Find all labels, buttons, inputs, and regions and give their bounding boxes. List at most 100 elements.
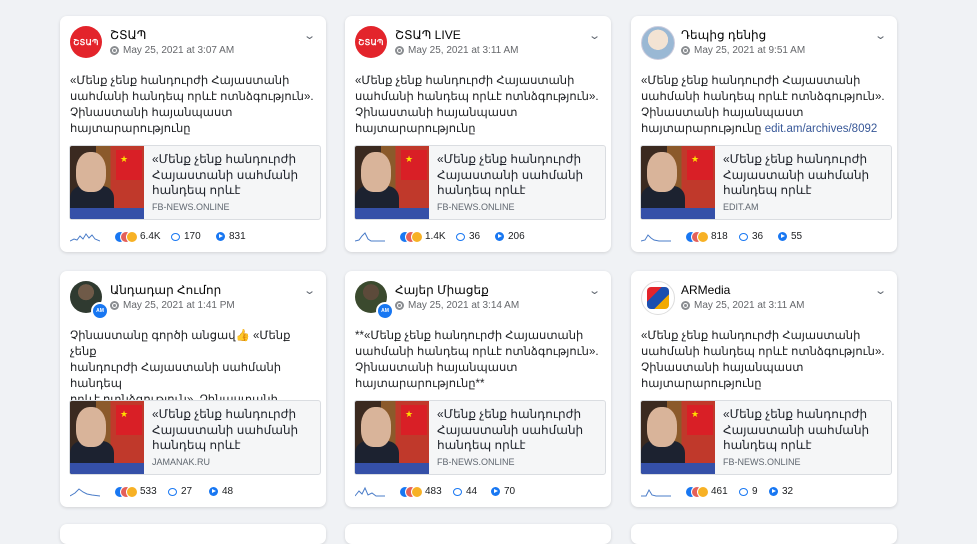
chevron-down-icon[interactable]: ⌄ [588, 284, 601, 297]
post-card[interactable]: ARMedia May 25, 2021 at 3:11 AM ⌄ «Մենք … [631, 271, 897, 507]
share-count[interactable]: 32 [769, 486, 793, 497]
post-card[interactable]: ՇՏԱՊ ՇՏԱՊ LIVE May 25, 2021 at 3:11 AM ⌄… [345, 16, 611, 252]
comment-count[interactable]: 36 [739, 231, 763, 242]
page-avatar[interactable]: ՇՏԱՊ [355, 26, 387, 58]
chevron-down-icon[interactable]: ⌄ [588, 29, 601, 42]
globe-icon [110, 46, 119, 55]
comment-count[interactable]: 170 [171, 231, 201, 242]
reaction-count[interactable]: 6.4K [140, 231, 161, 242]
post-card[interactable]: AM Անդադար Հումոր May 25, 2021 at 1:41 P… [60, 271, 326, 507]
post-time[interactable]: May 25, 2021 at 3:11 AM [694, 300, 804, 311]
post-text: «Մենք չենք հանդուրժի Հայաստանի սահմանի հ… [641, 328, 891, 392]
globe-icon [395, 46, 404, 55]
reactions-icon [685, 231, 709, 243]
share-count-value: 55 [791, 231, 803, 242]
post-card[interactable]: AM Հայեր Միացեք May 25, 2021 at 3:14 AM … [345, 271, 611, 507]
post-time[interactable]: May 25, 2021 at 1:41 PM [123, 300, 235, 311]
page-name[interactable]: ARMedia [681, 283, 730, 297]
globe-icon [681, 46, 690, 55]
link-domain: FB-NEWS.ONLINE [437, 457, 515, 467]
reaction-count-value: 483 [425, 486, 442, 497]
link-title: «Մենք չենք հանդուրժի Հայաստանի սահմանի հ… [152, 152, 299, 197]
page-name[interactable]: Հայեր Միացեք [395, 283, 489, 297]
link-preview[interactable]: ★ «Մենք չենք հանդուրժի Հայաստանի սահմանի… [354, 145, 606, 220]
post-text: **«Մենք չենք հանդուրժի Հայաստանի սահմանի… [355, 328, 605, 392]
link-preview[interactable]: ★ «Մենք չենք հանդուրժի Հայաստանի սահմանի… [640, 145, 892, 220]
reaction-count-value: 1.4K [425, 231, 446, 242]
comment-count[interactable]: 9 [739, 486, 758, 497]
link-preview[interactable]: ★ «Մենք չենք հանդուրժի Հայաստանի սահմանի… [69, 400, 321, 475]
share-count[interactable]: 55 [778, 231, 802, 242]
comment-count-value: 27 [181, 486, 193, 497]
share-count-value: 70 [504, 486, 516, 497]
page-name[interactable]: Անդադար Հումոր [110, 283, 221, 297]
share-count[interactable]: 48 [209, 486, 233, 497]
post-time[interactable]: May 25, 2021 at 3:11 AM [408, 45, 518, 56]
post-card[interactable]: ՇՏԱՊ ՇՏԱՊ May 25, 2021 at 3:07 AM ⌄ «Մեն… [60, 16, 326, 252]
link-title: «Մենք չենք հանդուրժի Հայաստանի սահմանի հ… [723, 152, 870, 197]
reaction-count-value: 533 [140, 486, 157, 497]
reaction-count[interactable]: 461 [711, 486, 728, 497]
chevron-down-icon[interactable]: ⌄ [874, 29, 887, 42]
link-title: «Մենք չենք հանդուրժի Հայաստանի սահմանի հ… [152, 407, 299, 452]
avatar-label: ՇՏԱՊ [358, 37, 384, 47]
share-count[interactable]: 831 [216, 231, 246, 242]
page-avatar[interactable]: ՇՏԱՊ [70, 26, 102, 58]
page-avatar[interactable] [641, 281, 675, 315]
comment-count[interactable]: 27 [168, 486, 192, 497]
share-count-value: 32 [782, 486, 794, 497]
comment-icon [171, 232, 180, 241]
link-thumbnail: ★ [355, 146, 429, 219]
link-preview[interactable]: ★ «Մենք չենք հանդուրժի Հայաստանի սահմանի… [640, 400, 892, 475]
link-title: «Մենք չենք հանդուրժի Հայաստանի սահմանի հ… [437, 152, 584, 197]
post-time[interactable]: May 25, 2021 at 9:51 AM [694, 45, 805, 56]
comment-count[interactable]: 36 [456, 231, 480, 242]
page-name[interactable]: Դեպից դենից [681, 28, 766, 42]
share-count[interactable]: 70 [491, 486, 515, 497]
page-avatar[interactable] [641, 26, 675, 60]
share-icon [778, 232, 787, 241]
link-title: «Մենք չենք հանդուրժի Հայաստանի սահմանի հ… [723, 407, 870, 452]
reaction-count-value: 818 [711, 231, 728, 242]
link-thumbnail: ★ [355, 401, 429, 474]
chevron-down-icon[interactable]: ⌄ [303, 284, 316, 297]
share-count[interactable]: 206 [495, 231, 525, 242]
post-card[interactable]: Դեպից դենից May 25, 2021 at 9:51 AM ⌄ «Մ… [631, 16, 897, 252]
chevron-down-icon[interactable]: ⌄ [874, 284, 887, 297]
share-count-value: 831 [229, 231, 246, 242]
post-card[interactable] [345, 524, 611, 544]
sparkline-icon [355, 232, 385, 242]
post-text: «Մենք չենք հանդուրժի Հայաստանի սահմանի հ… [70, 73, 320, 137]
post-text: «Մենք չենք հանդուրժի Հայաստանի սահմանի հ… [355, 73, 605, 137]
reaction-count[interactable]: 1.4K [425, 231, 446, 242]
link-title: «Մենք չենք հանդուրժի Հայաստանի սահմանի հ… [437, 407, 584, 452]
post-time[interactable]: May 25, 2021 at 3:07 AM [123, 45, 234, 56]
post-text-body: «Մենք չենք հանդուրժի Հայաստանի սահմանի հ… [70, 75, 314, 135]
post-time[interactable]: May 25, 2021 at 3:14 AM [408, 300, 519, 311]
page-name[interactable]: ՇՏԱՊ [110, 28, 146, 42]
reactions-icon [114, 231, 138, 243]
comment-count[interactable]: 44 [453, 486, 477, 497]
share-icon [769, 487, 778, 496]
link-domain: JAMANAK.RU [152, 457, 211, 467]
link-thumbnail: ★ [70, 401, 144, 474]
link-preview[interactable]: ★ «Մենք չենք հանդուրժի Հայաստանի սահմանի… [354, 400, 606, 475]
link-preview[interactable]: ★ «Մենք չենք հանդուրժի Հայաստանի սահմանի… [69, 145, 321, 220]
post-card[interactable] [631, 524, 897, 544]
comment-count-value: 9 [752, 486, 758, 497]
sparkline-icon [355, 486, 385, 497]
chevron-down-icon[interactable]: ⌄ [303, 29, 316, 42]
comment-count-value: 36 [752, 231, 764, 242]
sparkline-icon [70, 488, 100, 497]
post-link[interactable]: edit.am/archives/8092 [765, 123, 878, 135]
reactions-icon [114, 486, 138, 498]
share-icon [209, 487, 218, 496]
comment-icon [168, 487, 177, 496]
comment-icon [739, 487, 748, 496]
page-name[interactable]: ՇՏԱՊ LIVE [395, 28, 461, 42]
reaction-count[interactable]: 483 [425, 486, 442, 497]
reaction-count[interactable]: 533 [140, 486, 157, 497]
link-domain: FB-NEWS.ONLINE [437, 202, 515, 212]
reaction-count[interactable]: 818 [711, 231, 728, 242]
post-card[interactable] [60, 524, 326, 544]
